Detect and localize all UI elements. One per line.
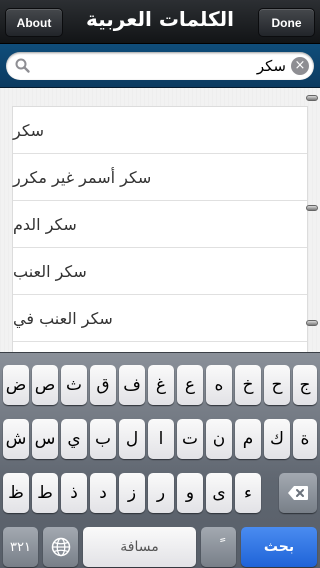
- key[interactable]: ي: [61, 419, 87, 459]
- list-item[interactable]: سكر: [13, 107, 307, 154]
- list-item-label: سكر الدم: [13, 214, 77, 234]
- results-list: سكر سكر أسمر غير مكرر سكر الدم سكر العنب…: [12, 106, 308, 352]
- globe-key[interactable]: [43, 527, 78, 567]
- key[interactable]: ط: [32, 473, 58, 513]
- key[interactable]: د: [90, 473, 116, 513]
- key[interactable]: ع: [177, 365, 203, 405]
- list-item[interactable]: سكر العنب: [13, 248, 307, 295]
- space-key[interactable]: مسافة: [83, 527, 196, 567]
- binder-ring-icon: [306, 320, 318, 326]
- key[interactable]: خ: [235, 365, 261, 405]
- key[interactable]: ا: [148, 419, 174, 459]
- key[interactable]: ر: [148, 473, 174, 513]
- search-key[interactable]: بحث: [241, 527, 317, 567]
- numbers-key[interactable]: ٣٢١: [3, 527, 38, 567]
- key[interactable]: ف: [119, 365, 145, 405]
- key[interactable]: م: [235, 419, 261, 459]
- key[interactable]: ث: [61, 365, 87, 405]
- about-button[interactable]: About: [5, 8, 63, 37]
- search-icon: [15, 58, 30, 73]
- done-button[interactable]: Done: [258, 8, 315, 37]
- key[interactable]: غ: [148, 365, 174, 405]
- key[interactable]: و: [177, 473, 203, 513]
- list-item[interactable]: سكر الدم: [13, 201, 307, 248]
- search-input[interactable]: [36, 52, 286, 80]
- key[interactable]: ء: [235, 473, 261, 513]
- key[interactable]: ز: [119, 473, 145, 513]
- key[interactable]: ى: [206, 473, 232, 513]
- backspace-icon: [288, 486, 308, 500]
- key[interactable]: ح: [264, 365, 290, 405]
- binder-ring-icon: [306, 95, 318, 101]
- key[interactable]: ك: [264, 419, 290, 459]
- clear-search-icon[interactable]: ×: [291, 57, 309, 75]
- globe-icon: [51, 537, 70, 557]
- key[interactable]: ج: [293, 365, 317, 405]
- key[interactable]: ض: [3, 365, 29, 405]
- backspace-key[interactable]: [279, 473, 317, 513]
- search-field[interactable]: ×: [6, 52, 314, 80]
- key[interactable]: ص: [32, 365, 58, 405]
- navigation-bar: About الكلمات العربية Done: [0, 0, 320, 44]
- key[interactable]: ه: [206, 365, 232, 405]
- list-item-label: سكر العنب: [13, 261, 87, 281]
- list-item[interactable]: سكر العنب في: [13, 295, 307, 342]
- key[interactable]: ب: [90, 419, 116, 459]
- list-item-label: سكر العنب في: [13, 308, 113, 328]
- diacritic-key[interactable]: ً: [201, 527, 236, 567]
- key[interactable]: ت: [177, 419, 203, 459]
- key[interactable]: ل: [119, 419, 145, 459]
- arabic-keyboard: ض ص ث ق ف غ ع ه خ ح ج ش س ي ب ل ا ت ن م …: [0, 352, 320, 568]
- key[interactable]: س: [32, 419, 58, 459]
- key[interactable]: ق: [90, 365, 116, 405]
- key[interactable]: ة: [293, 419, 317, 459]
- key[interactable]: ن: [206, 419, 232, 459]
- list-item-label: سكر: [13, 120, 45, 140]
- key[interactable]: ظ: [3, 473, 29, 513]
- binder-ring-icon: [306, 205, 318, 211]
- list-item[interactable]: سكر أسمر غير مكرر: [13, 154, 307, 201]
- key[interactable]: ش: [3, 419, 29, 459]
- list-item-label: سكر أسمر غير مكرر: [13, 167, 152, 187]
- results-area: سكر سكر أسمر غير مكرر سكر الدم سكر العنب…: [0, 88, 320, 352]
- key[interactable]: ذ: [61, 473, 87, 513]
- search-bar: ×: [0, 44, 320, 88]
- page-title: الكلمات العربية: [85, 7, 235, 31]
